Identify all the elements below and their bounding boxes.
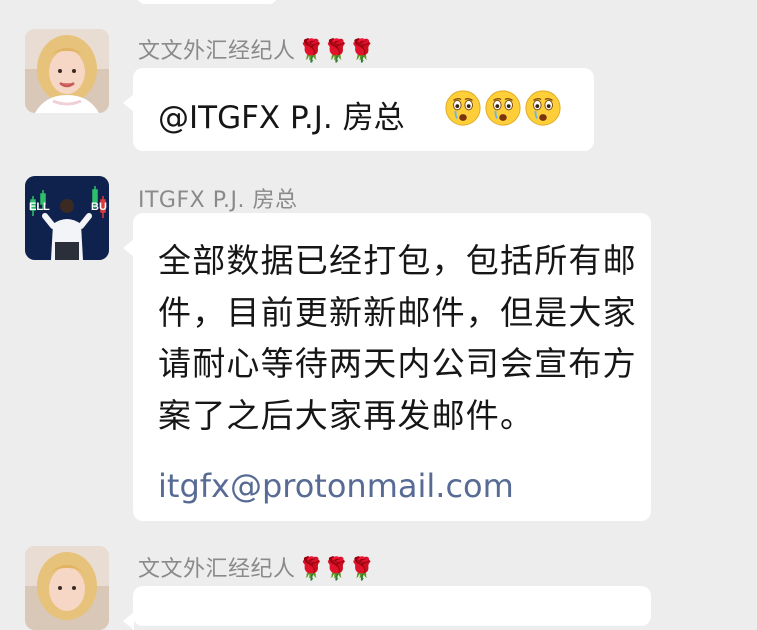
message-text: 全部数据已经打包，包括所有邮件，目前更新新邮件，但是大家请耐心等待两天内公司会宣…	[158, 241, 637, 435]
avatar-woman-icon	[25, 546, 109, 630]
svg-text:BU: BU	[91, 201, 107, 213]
astonished-face-icon	[525, 90, 561, 126]
astonished-face-icon	[445, 90, 481, 126]
svg-text:ELL: ELL	[29, 201, 50, 213]
emoji-group	[444, 89, 562, 127]
sender-name: 文文外汇经纪人🌹🌹🌹	[138, 557, 376, 582]
previous-message-bubble	[137, 0, 277, 4]
avatar-trader-icon: ELL BU	[25, 176, 109, 260]
sender-name: 文文外汇经纪人🌹🌹🌹	[138, 39, 376, 64]
message-text: @ITGFX P.J. 房总	[158, 100, 405, 136]
rose-badge: 🌹🌹🌹	[297, 557, 376, 582]
rose-badge: 🌹🌹🌹	[297, 39, 376, 64]
avatar[interactable]: ELL BU	[25, 176, 109, 260]
message-bubble[interactable]	[123, 586, 651, 630]
sender-name: ITGFX P.J. 房总	[138, 188, 298, 213]
astonished-face-icon	[485, 90, 521, 126]
message-bubble[interactable]: @ITGFX P.J. 房总	[123, 68, 594, 151]
email-link[interactable]: itgfx@protonmail.com	[158, 467, 514, 505]
avatar-woman-icon	[25, 29, 109, 113]
avatar[interactable]	[25, 29, 109, 113]
avatar[interactable]	[25, 546, 109, 630]
